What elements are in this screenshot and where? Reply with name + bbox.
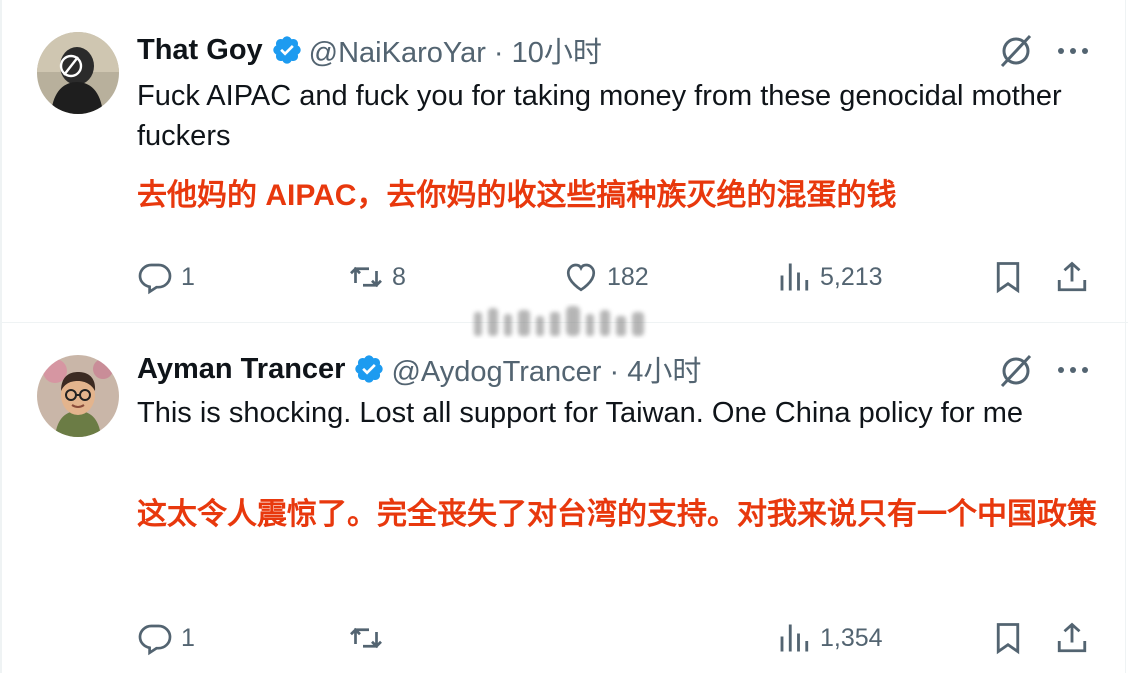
- views-icon: [780, 263, 809, 291]
- tweet[interactable]: Ayman Trancer @AydogTrancer · 4小时 This i…: [0, 323, 1128, 675]
- avatar[interactable]: [37, 355, 119, 437]
- bookmark-icon: [996, 623, 1020, 655]
- views-count: 5,213: [820, 262, 883, 291]
- repost-icon: [350, 266, 382, 288]
- reply-count: 1: [181, 623, 195, 652]
- like-count: 182: [607, 262, 649, 291]
- reply-count: 1: [181, 262, 195, 291]
- bookmark-button[interactable]: [990, 259, 1026, 295]
- tweet-text: Fuck AIPAC and fuck you for taking money…: [137, 80, 1062, 152]
- repost-count: 8: [392, 262, 406, 291]
- views-button[interactable]: 5,213: [776, 259, 883, 295]
- share-icon: [1057, 261, 1087, 292]
- bookmark-icon: [996, 262, 1020, 294]
- verified-icon: [353, 353, 385, 385]
- repost-button[interactable]: 8: [348, 259, 406, 295]
- tweet-header: Ayman Trancer @AydogTrancer · 4小时: [137, 349, 701, 389]
- views-button[interactable]: 1,354: [776, 620, 883, 656]
- share-button[interactable]: [1054, 620, 1090, 656]
- grok-icon[interactable]: [997, 352, 1035, 390]
- repost-icon: [350, 627, 382, 649]
- tweet-header: That Goy @NaiKaroYar · 10小时: [137, 30, 602, 70]
- more-icon[interactable]: [1053, 360, 1093, 380]
- tweet-translation: 去他妈的 AIPAC，去你妈的收这些搞种族灭绝的混蛋的钱: [137, 179, 897, 212]
- like-button[interactable]: [563, 620, 607, 656]
- like-icon: [566, 263, 596, 292]
- avatar[interactable]: [37, 32, 119, 114]
- tweet-translation: 这太令人震惊了。完全丧失了对台湾的支持。对我来说只有一个中国政策: [137, 498, 1097, 531]
- tweet[interactable]: That Goy @NaiKaroYar · 10小时 Fuck AIPAC a…: [0, 0, 1128, 322]
- handle-timestamp[interactable]: @AydogTrancer · 4小时: [391, 348, 701, 390]
- bookmark-button[interactable]: [990, 620, 1026, 656]
- handle-timestamp[interactable]: @NaiKaroYar · 10小时: [309, 29, 602, 71]
- grok-icon[interactable]: [997, 32, 1035, 70]
- reply-button[interactable]: 1: [137, 259, 195, 295]
- more-icon[interactable]: [1053, 41, 1093, 61]
- like-button[interactable]: 182: [563, 259, 649, 295]
- display-name[interactable]: That Goy: [137, 34, 263, 67]
- repost-button[interactable]: [348, 620, 392, 656]
- share-icon: [1057, 622, 1087, 653]
- reply-icon: [138, 263, 172, 295]
- views-icon: [780, 624, 809, 652]
- views-count: 1,354: [820, 623, 883, 652]
- reply-icon: [138, 624, 172, 656]
- verified-icon: [271, 34, 303, 66]
- watermark-blur: [470, 300, 660, 342]
- tweet-text: This is shocking. Lost all support for T…: [137, 397, 1023, 429]
- share-button[interactable]: [1054, 259, 1090, 295]
- display-name[interactable]: Ayman Trancer: [137, 353, 345, 386]
- reply-button[interactable]: 1: [137, 620, 195, 656]
